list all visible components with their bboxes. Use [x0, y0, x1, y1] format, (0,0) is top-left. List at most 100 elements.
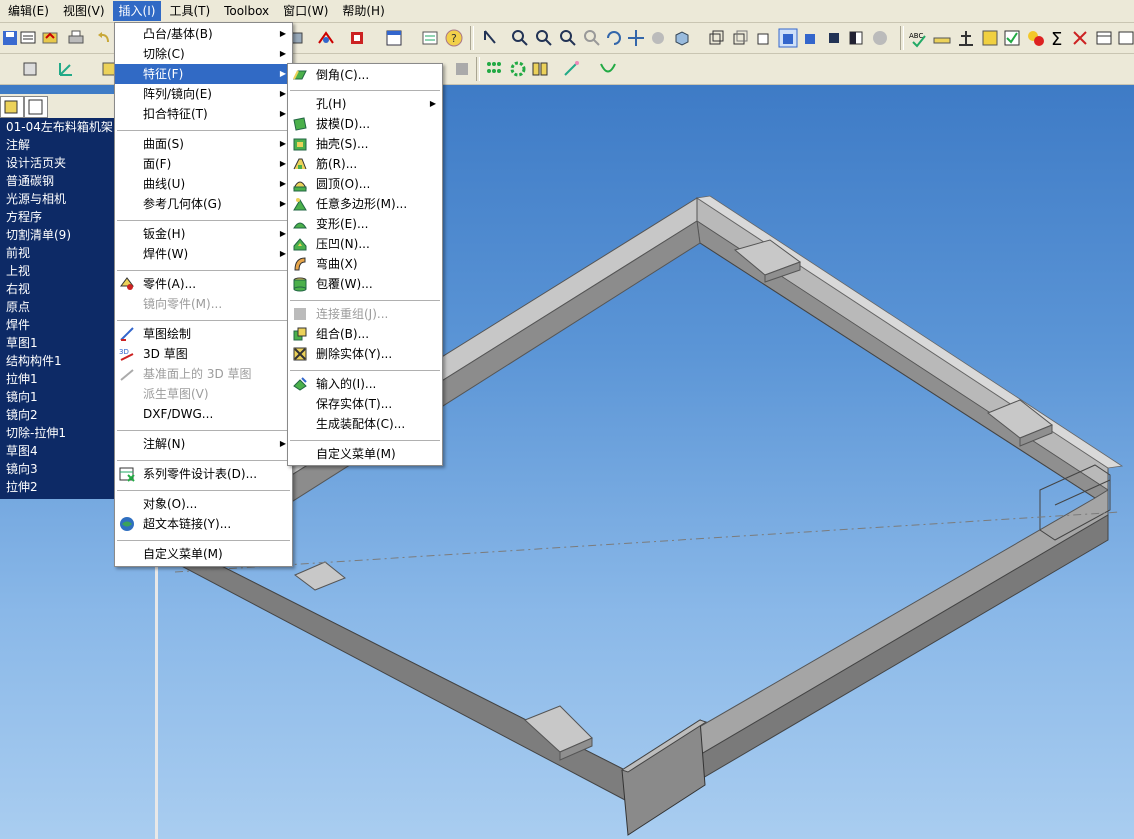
insert-menu-item[interactable]: 对象(O)...: [115, 494, 292, 514]
tree-item[interactable]: 拉伸1: [6, 370, 38, 388]
rebuild-icon[interactable]: [40, 28, 60, 48]
feature-menu-item[interactable]: 抽壳(S)...: [288, 134, 442, 154]
tree-item[interactable]: 普通碳钢: [6, 172, 54, 190]
save-icon[interactable]: [0, 28, 20, 48]
feature-menu-item[interactable]: 变形(E)...: [288, 214, 442, 234]
tree-item[interactable]: 光源与相机: [6, 190, 66, 208]
tree-item[interactable]: 方程序: [6, 208, 42, 226]
smart-dimension-icon[interactable]: [316, 28, 336, 48]
insert-menu-item[interactable]: DXF/DWG...: [115, 404, 292, 424]
insert-menu-item[interactable]: 扣合特征(T) ▶: [115, 104, 292, 124]
sketch-toolbar-icon[interactable]: [290, 28, 310, 48]
tree-item[interactable]: 镜向3: [6, 460, 38, 478]
menu-tools[interactable]: 工具(T): [163, 1, 216, 21]
feature-menu-item[interactable]: 任意多边形(M)...: [288, 194, 442, 214]
table-icon[interactable]: [1094, 28, 1114, 48]
property-manager-tab-icon[interactable]: [24, 96, 48, 118]
wireframe-icon[interactable]: [706, 28, 726, 48]
insert-menu-item[interactable]: 参考几何体(G) ▶: [115, 194, 292, 214]
dimxpert-icon[interactable]: [1116, 28, 1134, 48]
insert-menu-item[interactable]: 钣金(H) ▶: [115, 224, 292, 244]
insert-menu-item[interactable]: 零件(A)...: [115, 274, 292, 294]
zoom-area-icon[interactable]: [534, 28, 554, 48]
tree-item[interactable]: 镜向2: [6, 406, 38, 424]
mirror-icon[interactable]: [530, 59, 550, 79]
linear-pattern-icon[interactable]: [484, 59, 504, 79]
feature-menu-item[interactable]: 拔模(D)...: [288, 114, 442, 134]
tree-item[interactable]: 结构构件1: [6, 352, 62, 370]
config-icon[interactable]: [20, 59, 40, 79]
menu-edit[interactable]: 编辑(E): [2, 1, 55, 21]
color-icon[interactable]: [348, 28, 368, 48]
insert-menu-item[interactable]: 注解(N) ▶: [115, 434, 292, 454]
curves-icon[interactable]: [598, 59, 618, 79]
check-icon[interactable]: [1002, 28, 1022, 48]
tree-item[interactable]: 右视: [6, 280, 30, 298]
undo-icon[interactable]: [94, 28, 114, 48]
feature-menu-item[interactable]: 包覆(W)...: [288, 274, 442, 294]
insert-menu-item[interactable]: 自定义菜单(M): [115, 544, 292, 564]
insert-menu-item[interactable]: 焊件(W) ▶: [115, 244, 292, 264]
properties-icon[interactable]: [420, 28, 440, 48]
print-icon[interactable]: [66, 28, 86, 48]
feature-menu-item[interactable]: 自定义菜单(M): [288, 444, 442, 464]
feature-menu-item[interactable]: 筋(R)...: [288, 154, 442, 174]
tree-item[interactable]: 草图1: [6, 334, 38, 352]
insert-menu-item[interactable]: 3D 3D 草图: [115, 344, 292, 364]
feature-menu-item[interactable]: 压凹(N)...: [288, 234, 442, 254]
zoom-selection-icon[interactable]: [582, 28, 602, 48]
tree-item[interactable]: 草图4: [6, 442, 38, 460]
zoom-fit-icon[interactable]: [510, 28, 530, 48]
feature-menu-item[interactable]: 弯曲(X): [288, 254, 442, 274]
feature-menu-item[interactable]: 孔(H) ▶: [288, 94, 442, 114]
section-view-icon[interactable]: [846, 28, 866, 48]
menu-toolbox[interactable]: Toolbox: [218, 1, 275, 21]
insert-menu-item[interactable]: 草图绘制: [115, 324, 292, 344]
hidden-lines-removed-icon[interactable]: [754, 28, 774, 48]
zoom-in-out-icon[interactable]: [558, 28, 578, 48]
shaded-with-edges-icon[interactable]: [778, 28, 798, 48]
tree-item[interactable]: 01-04左布料箱机架: [6, 118, 113, 136]
spellcheck-icon[interactable]: ABC: [908, 28, 928, 48]
reference-geometry-icon[interactable]: [562, 59, 582, 79]
tree-item[interactable]: 原点: [6, 298, 30, 316]
print-preview-icon[interactable]: [18, 28, 38, 48]
tree-item[interactable]: 切割清单(9): [6, 226, 71, 244]
feature-tree-tab-icon[interactable]: [0, 96, 24, 118]
feature-menu-item[interactable]: 组合(B)...: [288, 324, 442, 344]
insert-menu-item[interactable]: 超文本链接(Y)...: [115, 514, 292, 534]
tree-item[interactable]: 镜向1: [6, 388, 38, 406]
feature-menu-item[interactable]: 倒角(C)...: [288, 65, 442, 85]
feature-menu-item[interactable]: 生成装配体(C)...: [288, 414, 442, 434]
reference-axis-icon[interactable]: [56, 59, 76, 79]
insert-menu-item[interactable]: 面(F) ▶: [115, 154, 292, 174]
insert-menu-item[interactable]: 阵列/镜向(E) ▶: [115, 84, 292, 104]
tree-item[interactable]: 前视: [6, 244, 30, 262]
shaded-icon[interactable]: [800, 28, 820, 48]
tree-item[interactable]: 注解: [6, 136, 30, 154]
tree-item[interactable]: 设计活页夹: [6, 154, 66, 172]
feature-statistics-icon[interactable]: [1070, 28, 1090, 48]
help-icon[interactable]: ?: [444, 28, 464, 48]
section-properties-icon[interactable]: [980, 28, 1000, 48]
realview-icon[interactable]: [870, 28, 890, 48]
geometry-analysis-icon[interactable]: [1026, 28, 1046, 48]
equations-icon[interactable]: Σ: [1048, 28, 1068, 50]
menu-window[interactable]: 窗口(W): [277, 1, 334, 21]
rotate-icon[interactable]: [604, 28, 624, 48]
hidden-lines-visible-icon[interactable]: [730, 28, 750, 48]
shadows-icon[interactable]: [824, 28, 844, 48]
mass-properties-icon[interactable]: [956, 28, 976, 48]
insert-menu-item[interactable]: 凸台/基体(B) ▶: [115, 24, 292, 44]
roll-icon[interactable]: [648, 28, 668, 48]
insert-menu-item[interactable]: 曲线(U) ▶: [115, 174, 292, 194]
view-orientation-icon[interactable]: [672, 28, 692, 48]
select-icon[interactable]: [480, 28, 500, 48]
insert-menu-item[interactable]: 曲面(S) ▶: [115, 134, 292, 154]
layout-icon[interactable]: [384, 28, 404, 48]
insert-menu-item[interactable]: 系列零件设计表(D)...: [115, 464, 292, 484]
menu-insert[interactable]: 插入(I): [112, 1, 162, 21]
feature-menu-item[interactable]: 删除实体(Y)...: [288, 344, 442, 364]
fillet-icon[interactable]: [452, 59, 472, 79]
pan-icon[interactable]: [626, 28, 646, 48]
